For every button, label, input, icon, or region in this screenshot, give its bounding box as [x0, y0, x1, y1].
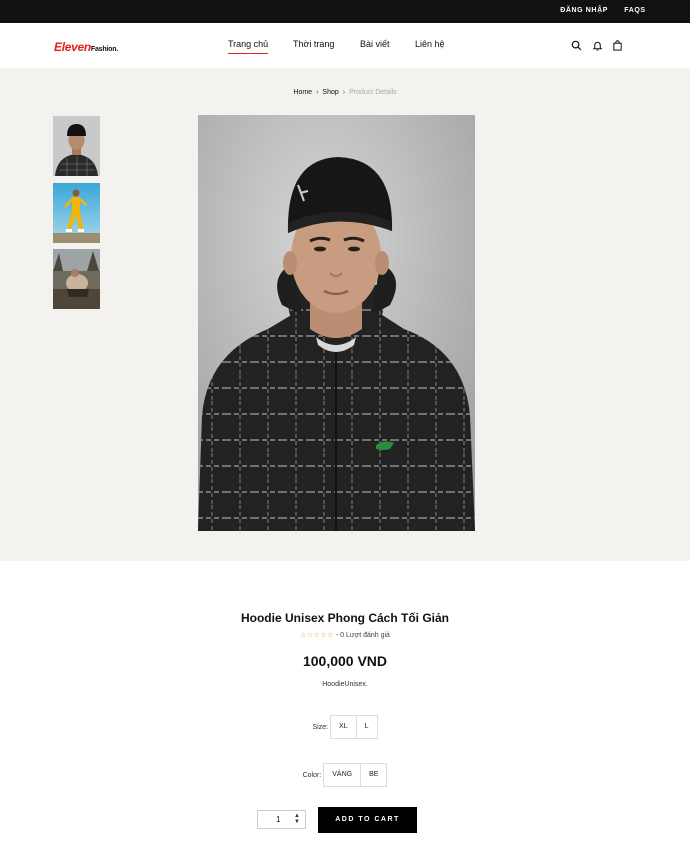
- size-options: XL L: [330, 715, 378, 739]
- color-label: Color:: [302, 771, 322, 779]
- top-links: ĐĂNG NHẬP FAQS: [560, 7, 645, 14]
- breadcrumb: Home › Shop › Product Details: [0, 89, 690, 96]
- add-to-cart-button[interactable]: ADD TO CART: [318, 807, 417, 833]
- quantity-value[interactable]: 1: [276, 815, 280, 824]
- nav-item-home[interactable]: Trang chủ: [228, 39, 269, 54]
- search-icon[interactable]: [571, 40, 582, 51]
- color-option-yellow[interactable]: VÀNG: [324, 764, 362, 786]
- nav-item-blog[interactable]: Bài viết: [360, 39, 390, 49]
- product-price: 100,000 VND: [302, 653, 388, 669]
- quantity-stepper[interactable]: 1 ▲ ▼: [257, 810, 306, 829]
- bell-icon[interactable]: [592, 40, 603, 51]
- logo-brand: Eleven: [54, 40, 91, 54]
- star-rating-icon[interactable]: ☆☆☆☆☆: [300, 632, 334, 639]
- product-details: Hoodie Unisex Phong Cách Tối Giản ☆☆☆☆☆ …: [0, 561, 690, 843]
- stepper-arrows-icon[interactable]: ▲ ▼: [294, 813, 300, 825]
- product-description: HoodieUnisex.: [322, 681, 368, 688]
- size-selector: Size: XL L: [0, 715, 690, 739]
- logo-sub: Fashion.: [90, 46, 119, 53]
- nav-item-contact[interactable]: Liên hệ: [415, 39, 445, 49]
- login-link[interactable]: ĐĂNG NHẬP: [560, 7, 608, 14]
- color-option-beige[interactable]: BE: [361, 764, 386, 786]
- thumbnail-3[interactable]: [53, 249, 100, 309]
- size-option-xl[interactable]: XL: [331, 716, 357, 738]
- product-title: Hoodie Unisex Phong Cách Tối Giản: [240, 611, 450, 625]
- nav-item-fashion[interactable]: Thời trang: [293, 39, 334, 49]
- site-header: ElevenFashion. Trang chủ Thời trang Bài …: [0, 23, 690, 68]
- product-gallery: Home › Shop › Product Details: [0, 68, 690, 561]
- breadcrumb-chevron-icon: ›: [316, 89, 319, 96]
- color-selector: Color: VÀNG BE: [0, 763, 690, 787]
- size-label: Size:: [312, 723, 329, 731]
- top-bar: ĐĂNG NHẬP FAQS: [0, 0, 690, 23]
- product-rating: ☆☆☆☆☆ - 0 Lượt đánh giá: [0, 631, 690, 639]
- breadcrumb-home[interactable]: Home: [293, 89, 312, 96]
- review-count: - 0 Lượt đánh giá: [335, 632, 390, 639]
- breadcrumb-chevron-icon: ›: [342, 89, 346, 96]
- size-option-l[interactable]: L: [357, 716, 377, 738]
- thumbnail-2[interactable]: [53, 183, 100, 243]
- color-options: VÀNG BE: [323, 763, 388, 787]
- main-product-image: [198, 115, 475, 531]
- bag-icon[interactable]: [612, 40, 623, 51]
- breadcrumb-current: Product Details: [349, 89, 397, 96]
- faqs-link[interactable]: FAQS: [624, 7, 645, 14]
- breadcrumb-shop[interactable]: Shop: [322, 89, 338, 96]
- logo[interactable]: ElevenFashion.: [54, 38, 118, 56]
- thumbnail-1[interactable]: [53, 116, 100, 176]
